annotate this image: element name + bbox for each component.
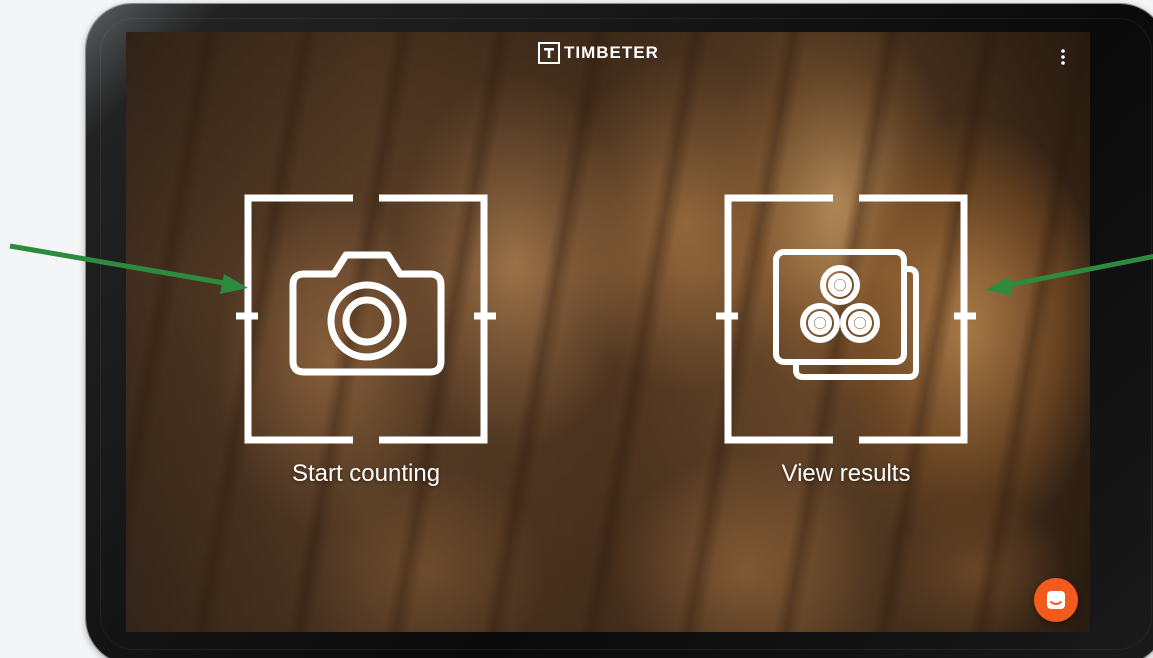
timbeter-logo-icon [538, 42, 560, 64]
viewfinder-frame [716, 194, 976, 444]
start-counting-label: Start counting [291, 460, 441, 487]
app-screen: TIMBETER Start counting View results [126, 32, 1090, 632]
annotation-arrow-right [986, 254, 1153, 296]
page: TIMBETER Start counting View results [0, 0, 1153, 658]
camera-icon [289, 251, 445, 376]
chat-button[interactable] [1034, 578, 1078, 622]
app-logo-text: TIMBETER [564, 43, 659, 62]
viewfinder-frame [236, 194, 496, 444]
annotation-arrow-left [9, 243, 248, 294]
view-results-button[interactable]: View results [716, 192, 976, 492]
logs-gallery-icon [773, 249, 919, 380]
more-vertical-icon [1061, 49, 1065, 65]
app-logo: TIMBETER [538, 42, 659, 64]
overflow-menu-button[interactable] [1050, 42, 1076, 72]
view-results-label: View results [781, 460, 911, 487]
top-bar: TIMBETER [126, 32, 1090, 82]
start-counting-button[interactable]: Start counting [236, 192, 496, 492]
chat-icon [1047, 591, 1065, 609]
